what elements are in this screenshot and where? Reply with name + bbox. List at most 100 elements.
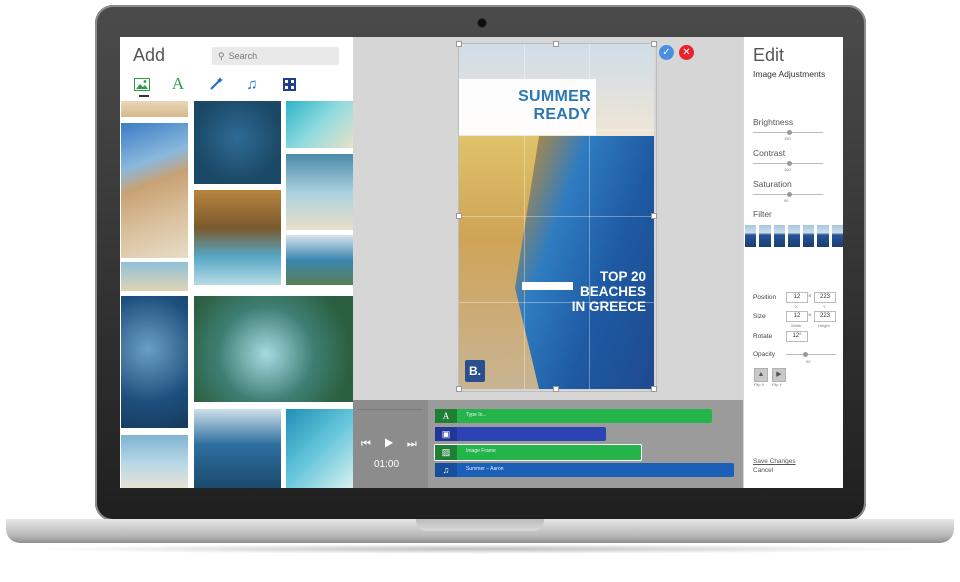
layout-icon[interactable] xyxy=(279,75,299,93)
transport-buttons[interactable]: ⏮ ▶ ⏭ xyxy=(361,438,422,451)
size-label: Size xyxy=(753,313,766,320)
contrast-slider[interactable] xyxy=(753,161,823,166)
photo-thumbnail[interactable] xyxy=(194,409,281,488)
filter-label: Filter xyxy=(753,209,772,219)
edit-panel: Edit Image Adjustments Brightness 150 Co… xyxy=(743,37,843,488)
cancel-link[interactable]: Cancel xyxy=(753,467,773,474)
timeline-panel: ⏮ ▶ ⏭ 01:00 A Type In... ▣ ▨ Image Frame… xyxy=(353,400,743,488)
add-toolbar: A ♫ xyxy=(132,74,342,95)
check-icon: ✓ xyxy=(662,47,671,58)
webcam-icon xyxy=(477,18,487,28)
timeline-track-layout[interactable]: ▣ xyxy=(435,427,606,441)
image-icon: ▨ xyxy=(435,445,457,460)
filter-thumbnail[interactable] xyxy=(744,224,758,248)
saturation-value: 90 xyxy=(784,198,789,203)
search-input[interactable]: ⚲ Search xyxy=(212,47,339,65)
playback-controls: ⏮ ▶ ⏭ 01:00 xyxy=(353,400,428,488)
design-canvas: SUMMER READY TOP 20 BEACHES IN GREECE B.… xyxy=(353,37,743,400)
saturation-label: Saturation xyxy=(753,179,792,189)
layout-icon: ▣ xyxy=(435,427,457,441)
text-icon: A xyxy=(435,409,457,423)
contrast-label: Contrast xyxy=(753,148,786,158)
flip-x-caption: Flip X xyxy=(754,382,765,387)
x-caption: X xyxy=(795,304,798,309)
save-changes-link[interactable]: Save Changes xyxy=(753,458,796,465)
photo-thumbnail[interactable] xyxy=(286,101,353,148)
times-symbol: × xyxy=(808,294,812,300)
opacity-value: 90 xyxy=(806,359,811,364)
timeline-track-image[interactable]: ▨ Image Frame xyxy=(434,444,642,461)
slider-knob[interactable] xyxy=(787,130,793,135)
flip-y-button[interactable]: ▶ xyxy=(772,368,786,382)
photo-thumbnail[interactable] xyxy=(286,235,353,285)
text-icon[interactable]: A xyxy=(168,74,188,93)
photo-thumbnail[interactable] xyxy=(194,190,281,285)
close-icon: ✕ xyxy=(682,47,691,58)
filter-thumbnail[interactable] xyxy=(758,224,772,248)
active-tool-indicator xyxy=(139,95,149,97)
opacity-slider[interactable] xyxy=(786,352,836,357)
filter-thumbnail[interactable] xyxy=(772,224,787,248)
filter-strip[interactable] xyxy=(744,224,843,248)
photo-thumbnail[interactable] xyxy=(194,296,354,402)
position-x-field[interactable]: 12 xyxy=(786,292,808,303)
size-width-field[interactable]: 12 xyxy=(786,311,808,322)
laptop-notch xyxy=(416,519,544,531)
photo-thumbnail[interactable] xyxy=(121,296,188,428)
magic-wand-icon[interactable] xyxy=(206,75,226,93)
brightness-slider[interactable] xyxy=(753,130,823,135)
slider-knob[interactable] xyxy=(787,192,793,197)
resize-handle[interactable] xyxy=(456,386,462,392)
rotate-field[interactable]: 12° xyxy=(786,331,808,342)
slider-knob[interactable] xyxy=(803,352,808,357)
flip-y-icon: ▶ xyxy=(776,371,782,378)
photo-thumbnail[interactable] xyxy=(286,409,353,488)
flip-y-caption: Flip Y xyxy=(772,382,783,387)
flip-x-button[interactable]: ▲ xyxy=(754,368,768,382)
app-screen: Add ⚲ Search A ♫ SUMMER READY TOP 20 BEA… xyxy=(120,37,843,488)
size-height-field[interactable]: 223 xyxy=(814,311,836,322)
playback-time: 01:00 xyxy=(374,459,400,470)
photo-thumbnail[interactable] xyxy=(121,123,188,258)
photo-thumbnail[interactable] xyxy=(194,101,281,184)
resize-handle[interactable] xyxy=(456,213,462,219)
laptop-shadow xyxy=(30,544,930,554)
discard-button[interactable]: ✕ xyxy=(679,45,694,60)
timeline-track-text[interactable]: A Type In... xyxy=(435,409,712,423)
track-label: Type In... xyxy=(466,412,487,418)
flip-x-icon: ▲ xyxy=(757,371,765,378)
photo-thumbnail[interactable] xyxy=(121,435,188,488)
height-caption: Height xyxy=(818,323,830,328)
photo-thumbnail[interactable] xyxy=(286,154,353,230)
brightness-label: Brightness xyxy=(753,117,794,127)
timeline-track-audio[interactable]: ♫ Summer – Aaron xyxy=(435,463,734,477)
saturation-slider[interactable] xyxy=(753,192,823,197)
slider-knob[interactable] xyxy=(787,161,793,166)
resize-handle[interactable] xyxy=(651,213,657,219)
edit-panel-title: Edit xyxy=(753,45,785,65)
music-note-icon: ♫ xyxy=(435,463,457,477)
music-note-icon[interactable]: ♫ xyxy=(242,75,262,93)
track-label: Image Frame xyxy=(466,448,496,454)
resize-handle[interactable] xyxy=(456,41,462,47)
confirm-button[interactable]: ✓ xyxy=(659,45,674,60)
resize-handle[interactable] xyxy=(553,386,559,392)
image-icon[interactable] xyxy=(132,75,152,93)
width-caption: Width xyxy=(791,323,802,328)
add-panel: Add ⚲ Search A ♫ xyxy=(120,37,354,488)
resize-handle[interactable] xyxy=(553,41,559,47)
photo-thumbnail[interactable] xyxy=(121,101,188,117)
position-label: Position xyxy=(753,294,777,301)
filter-thumbnail[interactable] xyxy=(830,224,843,248)
edit-panel-subtitle: Image Adjustments xyxy=(753,69,826,79)
opacity-label: Opacity xyxy=(753,351,776,358)
filter-thumbnail[interactable] xyxy=(787,224,801,248)
filter-thumbnail[interactable] xyxy=(801,224,816,248)
track-label: Summer – Aaron xyxy=(466,466,504,472)
position-y-field[interactable]: 223 xyxy=(814,292,836,303)
filter-thumbnail[interactable] xyxy=(816,224,830,248)
resize-handle[interactable] xyxy=(651,41,657,47)
contrast-value: 100 xyxy=(784,167,791,172)
photo-thumbnail[interactable] xyxy=(121,262,188,291)
resize-handle[interactable] xyxy=(651,386,657,392)
